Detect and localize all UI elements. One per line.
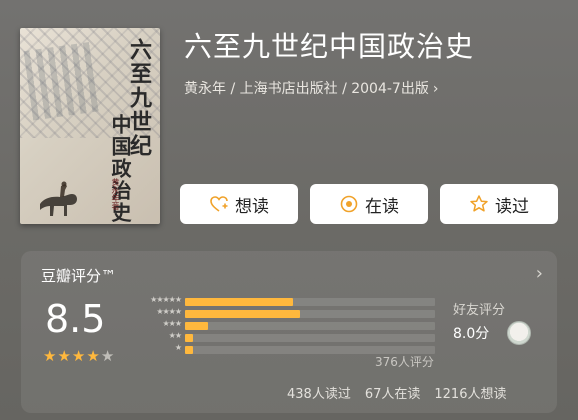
rating-bar-track [185, 310, 435, 318]
rating-row-5: ★★★★★ [121, 295, 435, 307]
rating-bar-1 [185, 346, 193, 354]
horse-figure-icon [40, 181, 77, 216]
have-read-button[interactable]: 读过 [440, 184, 558, 224]
rating-panel-title: 豆瓣评分™ [41, 267, 117, 285]
reading-button[interactable]: 在读 [310, 184, 428, 224]
rating-bar-4 [185, 310, 300, 318]
rating-row-4: ★★★★ [121, 307, 435, 319]
book-meta-text: 黄永年 / 上海书店出版社 / 2004-7出版 [184, 81, 429, 97]
rating-row-stars-1: ★ [174, 343, 182, 352]
want-to-read-label: 想读 [235, 196, 269, 217]
chevron-right-icon: › [432, 81, 439, 97]
star-icon: ★ [71, 347, 87, 365]
star-outline-icon [470, 195, 488, 212]
rating-bar-2 [185, 334, 193, 342]
have-read-label: 读过 [495, 196, 529, 217]
ratings-count: 376人评分 [375, 355, 434, 369]
rating-panel[interactable]: 豆瓣评分™ › 8.5 ★★★★★ ★★★★★ ★★★★ ★★★ ★★ ★ 37… [21, 251, 557, 413]
chevron-right-icon[interactable]: › [536, 263, 543, 284]
rating-row-3: ★★★ [121, 319, 435, 331]
rating-bar-track [185, 298, 435, 306]
rating-row-1: ★ [121, 343, 435, 355]
star-icon: ★ [100, 347, 116, 365]
rating-bar-5 [185, 298, 293, 306]
rating-bar-track [185, 322, 435, 330]
reading-label: 在读 [365, 196, 399, 217]
stat-want[interactable]: 1216人想读 [434, 383, 506, 402]
cover-author: 黄永年著 [111, 178, 120, 210]
book-cover[interactable]: 六至九世纪 中国政治史 黄永年著 [20, 28, 160, 224]
want-to-read-button[interactable]: 想读 [180, 184, 298, 224]
rating-row-stars-2: ★★ [168, 331, 182, 340]
book-meta[interactable]: 黄永年 / 上海书店出版社 / 2004-7出版 › [184, 80, 438, 98]
stat-reading[interactable]: 67人在读 [365, 383, 421, 402]
cover-pattern-blocks [23, 41, 103, 121]
rating-row-stars-4: ★★★★ [156, 307, 182, 316]
friend-rating-score: 8.0分 [453, 326, 490, 342]
stat-read[interactable]: 438人读过 [287, 383, 351, 402]
rating-bar-3 [185, 322, 208, 330]
book-title: 六至九世纪中国政治史 [184, 30, 475, 63]
heart-plus-icon [210, 196, 228, 212]
reading-stats: 438人读过 67人在读 1216人想读 [287, 383, 537, 402]
star-icon: ★ [57, 347, 72, 365]
friend-rating-label: 好友评分 [453, 303, 506, 318]
rating-score: 8.5 [45, 297, 106, 341]
rating-row-stars-3: ★★★ [162, 319, 181, 328]
friend-avatar[interactable] [507, 321, 531, 345]
rating-stars: ★★★★★ [43, 347, 115, 365]
rating-row-stars-5: ★★★★★ [150, 295, 182, 304]
star-icon: ★ [86, 347, 101, 365]
rating-row-2: ★★ [121, 331, 435, 343]
star-icon: ★ [43, 347, 58, 365]
rating-bar-track [185, 334, 435, 342]
reading-target-icon [340, 195, 358, 213]
